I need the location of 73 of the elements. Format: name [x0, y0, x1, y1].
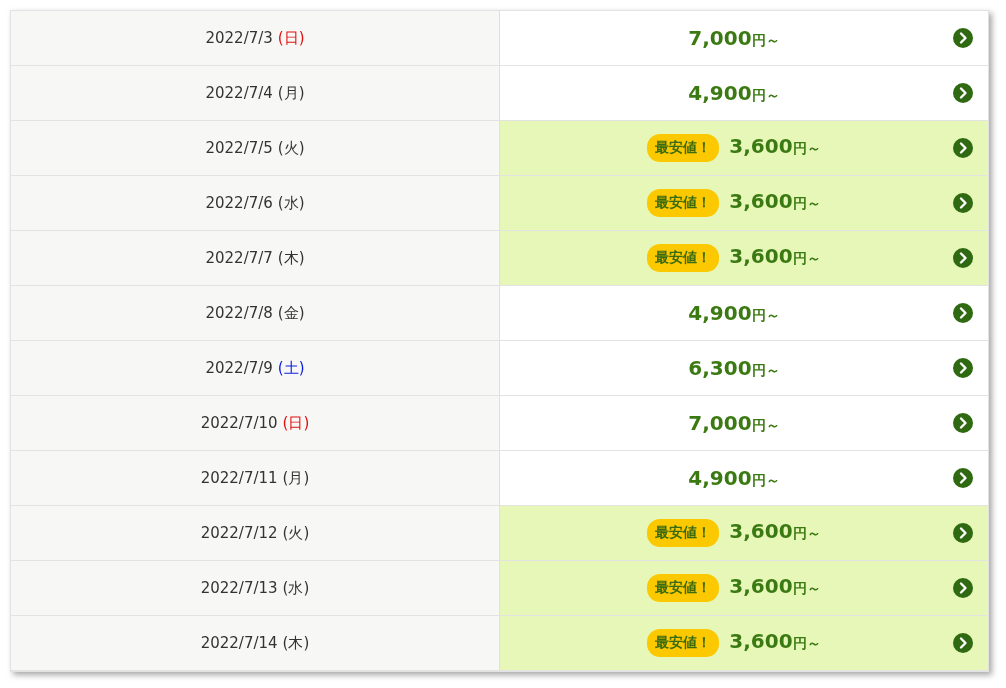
date-text: 2022/7/6: [205, 194, 273, 212]
price-text: 4,900: [688, 81, 752, 105]
chevron-right-icon[interactable]: [953, 523, 973, 543]
price-text: 3,600: [729, 244, 793, 268]
price-cell[interactable]: 最安値！ 3,600円～: [500, 121, 988, 175]
price-text: 3,600: [729, 519, 793, 543]
lowest-price-badge: 最安値！: [647, 519, 720, 547]
weekday-text: (火): [282, 523, 310, 543]
price-unit-text: 円～: [751, 472, 780, 490]
weekday-text: (木): [277, 248, 305, 268]
price-text: 4,900: [688, 301, 752, 325]
price-text: 3,600: [729, 629, 793, 653]
chevron-right-icon[interactable]: [953, 83, 973, 103]
weekday-text: (月): [277, 83, 305, 103]
weekday-text: (日): [277, 28, 305, 48]
chevron-right-icon[interactable]: [953, 193, 973, 213]
price-unit-text: 円～: [792, 580, 821, 598]
weekday-text: (土): [277, 358, 305, 378]
lowest-price-badge: 最安値！: [647, 574, 720, 602]
date-text: 2022/7/9: [205, 359, 273, 377]
price-unit-text: 円～: [751, 417, 780, 435]
weekday-text: (日): [282, 413, 310, 433]
price-unit-text: 円～: [792, 525, 821, 543]
chevron-right-icon[interactable]: [953, 413, 973, 433]
price-unit-text: 円～: [792, 195, 821, 213]
weekday-text: (水): [282, 578, 310, 598]
lowest-price-badge: 最安値！: [647, 134, 720, 162]
chevron-right-icon[interactable]: [953, 303, 973, 323]
date-text: 2022/7/3: [205, 29, 273, 47]
lowest-price-badge: 最安値！: [647, 244, 720, 272]
price-unit-text: 円～: [751, 362, 780, 380]
date-text: 2022/7/10: [200, 414, 278, 432]
weekday-text: (水): [277, 193, 305, 213]
weekday-text: (火): [277, 138, 305, 158]
price-text: 7,000: [688, 26, 752, 50]
date-text: 2022/7/8: [205, 304, 273, 322]
date-text: 2022/7/13: [200, 579, 278, 597]
price-cell[interactable]: 最安値！ 3,600円～: [500, 561, 988, 615]
chevron-right-icon[interactable]: [953, 468, 973, 488]
chevron-right-icon[interactable]: [953, 28, 973, 48]
price-cell[interactable]: 最安値！ 3,600円～: [500, 231, 988, 285]
chevron-right-icon[interactable]: [953, 358, 973, 378]
price-cell[interactable]: 最安値！ 3,600円～: [500, 176, 988, 230]
weekday-text: (金): [277, 303, 305, 323]
date-text: 2022/7/12: [200, 524, 278, 542]
lowest-price-badge: 最安値！: [647, 189, 720, 217]
price-cell[interactable]: 7,000円～: [500, 11, 988, 65]
chevron-right-icon[interactable]: [953, 138, 973, 158]
price-text: 3,600: [729, 134, 793, 158]
weekday-text: (木): [282, 633, 310, 653]
chevron-right-icon[interactable]: [953, 633, 973, 653]
price-text: 7,000: [688, 411, 752, 435]
chevron-right-icon[interactable]: [953, 578, 973, 598]
chevron-right-icon[interactable]: [953, 248, 973, 268]
price-text: 3,600: [729, 189, 793, 213]
price-unit-text: 円～: [751, 32, 780, 50]
date-text: 2022/7/14: [200, 634, 278, 652]
price-cell[interactable]: 最安値！ 3,600円～: [500, 506, 988, 560]
price-unit-text: 円～: [751, 307, 780, 325]
price-cell[interactable]: 最安値！ 3,600円～: [500, 616, 988, 670]
price-unit-text: 円～: [792, 635, 821, 653]
price-text: 6,300: [688, 356, 752, 380]
date-text: 2022/7/4: [205, 84, 273, 102]
date-text: 2022/7/11: [200, 469, 278, 487]
weekday-text: (月): [282, 468, 310, 488]
price-unit-text: 円～: [792, 140, 821, 158]
price-unit-text: 円～: [751, 87, 780, 105]
price-text: 4,900: [688, 466, 752, 490]
price-text: 3,600: [729, 574, 793, 598]
price-unit-text: 円～: [792, 250, 821, 268]
lowest-price-badge: 最安値！: [647, 629, 720, 657]
date-text: 2022/7/7: [205, 249, 273, 267]
date-text: 2022/7/5: [205, 139, 273, 157]
